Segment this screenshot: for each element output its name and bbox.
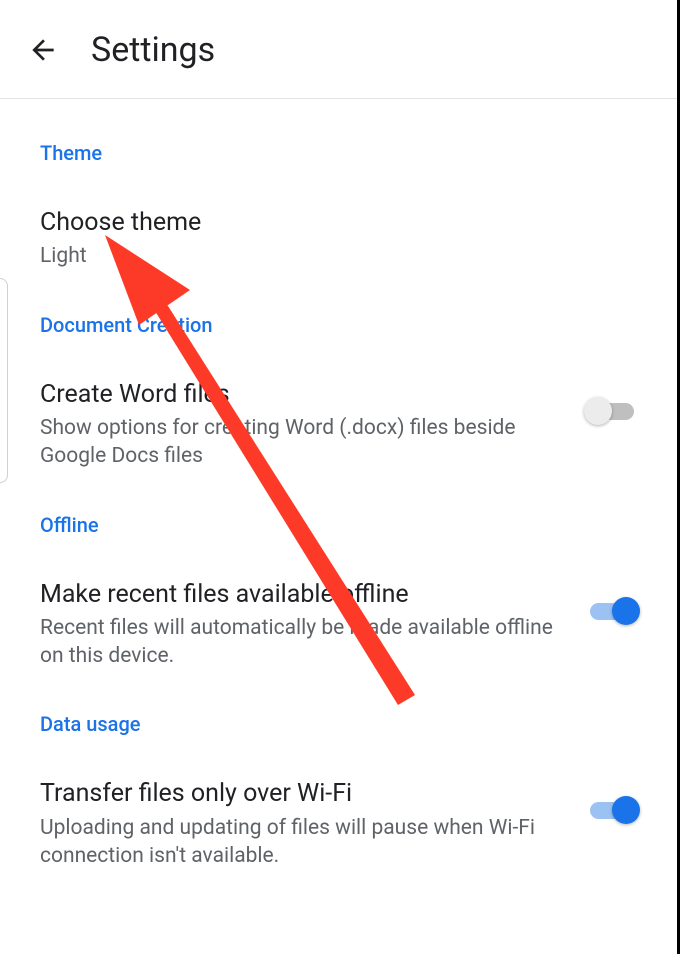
page-title: Settings bbox=[91, 30, 215, 70]
create-word-toggle[interactable] bbox=[584, 393, 640, 429]
offline-recent-title: Make recent files available offline bbox=[40, 579, 564, 610]
choose-theme-title: Choose theme bbox=[40, 207, 620, 238]
scroll-indicator-icon bbox=[0, 278, 8, 483]
wifi-only-desc: Uploading and updating of files will pau… bbox=[40, 810, 564, 871]
settings-header: Settings bbox=[0, 0, 680, 99]
section-header-offline: Offline bbox=[40, 471, 640, 537]
choose-theme-row[interactable]: Choose theme Light bbox=[40, 165, 640, 271]
create-word-title: Create Word files bbox=[40, 379, 564, 410]
create-word-row[interactable]: Create Word files Show options for creat… bbox=[40, 337, 640, 471]
section-header-data-usage: Data usage bbox=[40, 670, 640, 736]
offline-recent-desc: Recent files will automatically be made … bbox=[40, 610, 564, 671]
wifi-only-row[interactable]: Transfer files only over Wi-Fi Uploading… bbox=[40, 736, 640, 870]
create-word-desc: Show options for creating Word (.docx) f… bbox=[40, 410, 564, 471]
back-arrow-icon[interactable] bbox=[25, 32, 61, 68]
offline-recent-toggle[interactable] bbox=[584, 593, 640, 629]
offline-recent-row[interactable]: Make recent files available offline Rece… bbox=[40, 537, 640, 671]
settings-content: Theme Choose theme Light Document Creati… bbox=[0, 99, 680, 870]
section-header-theme: Theme bbox=[40, 99, 640, 165]
wifi-only-title: Transfer files only over Wi-Fi bbox=[40, 778, 564, 809]
wifi-only-toggle[interactable] bbox=[584, 792, 640, 828]
section-header-doc-creation: Document Creation bbox=[40, 271, 640, 337]
choose-theme-value: Light bbox=[40, 238, 620, 270]
